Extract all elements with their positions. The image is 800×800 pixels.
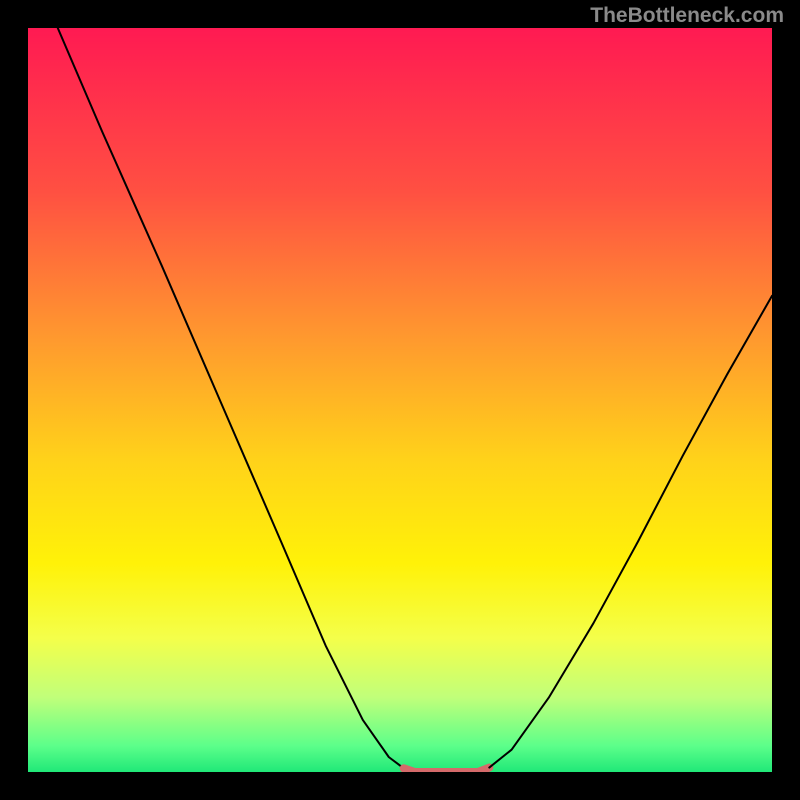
series-valley-floor xyxy=(404,768,490,772)
chart-svg xyxy=(28,28,772,772)
gradient-background xyxy=(28,28,772,772)
plot-area xyxy=(28,28,772,772)
watermark-text: TheBottleneck.com xyxy=(590,4,784,28)
chart-frame: TheBottleneck.com xyxy=(0,0,800,800)
